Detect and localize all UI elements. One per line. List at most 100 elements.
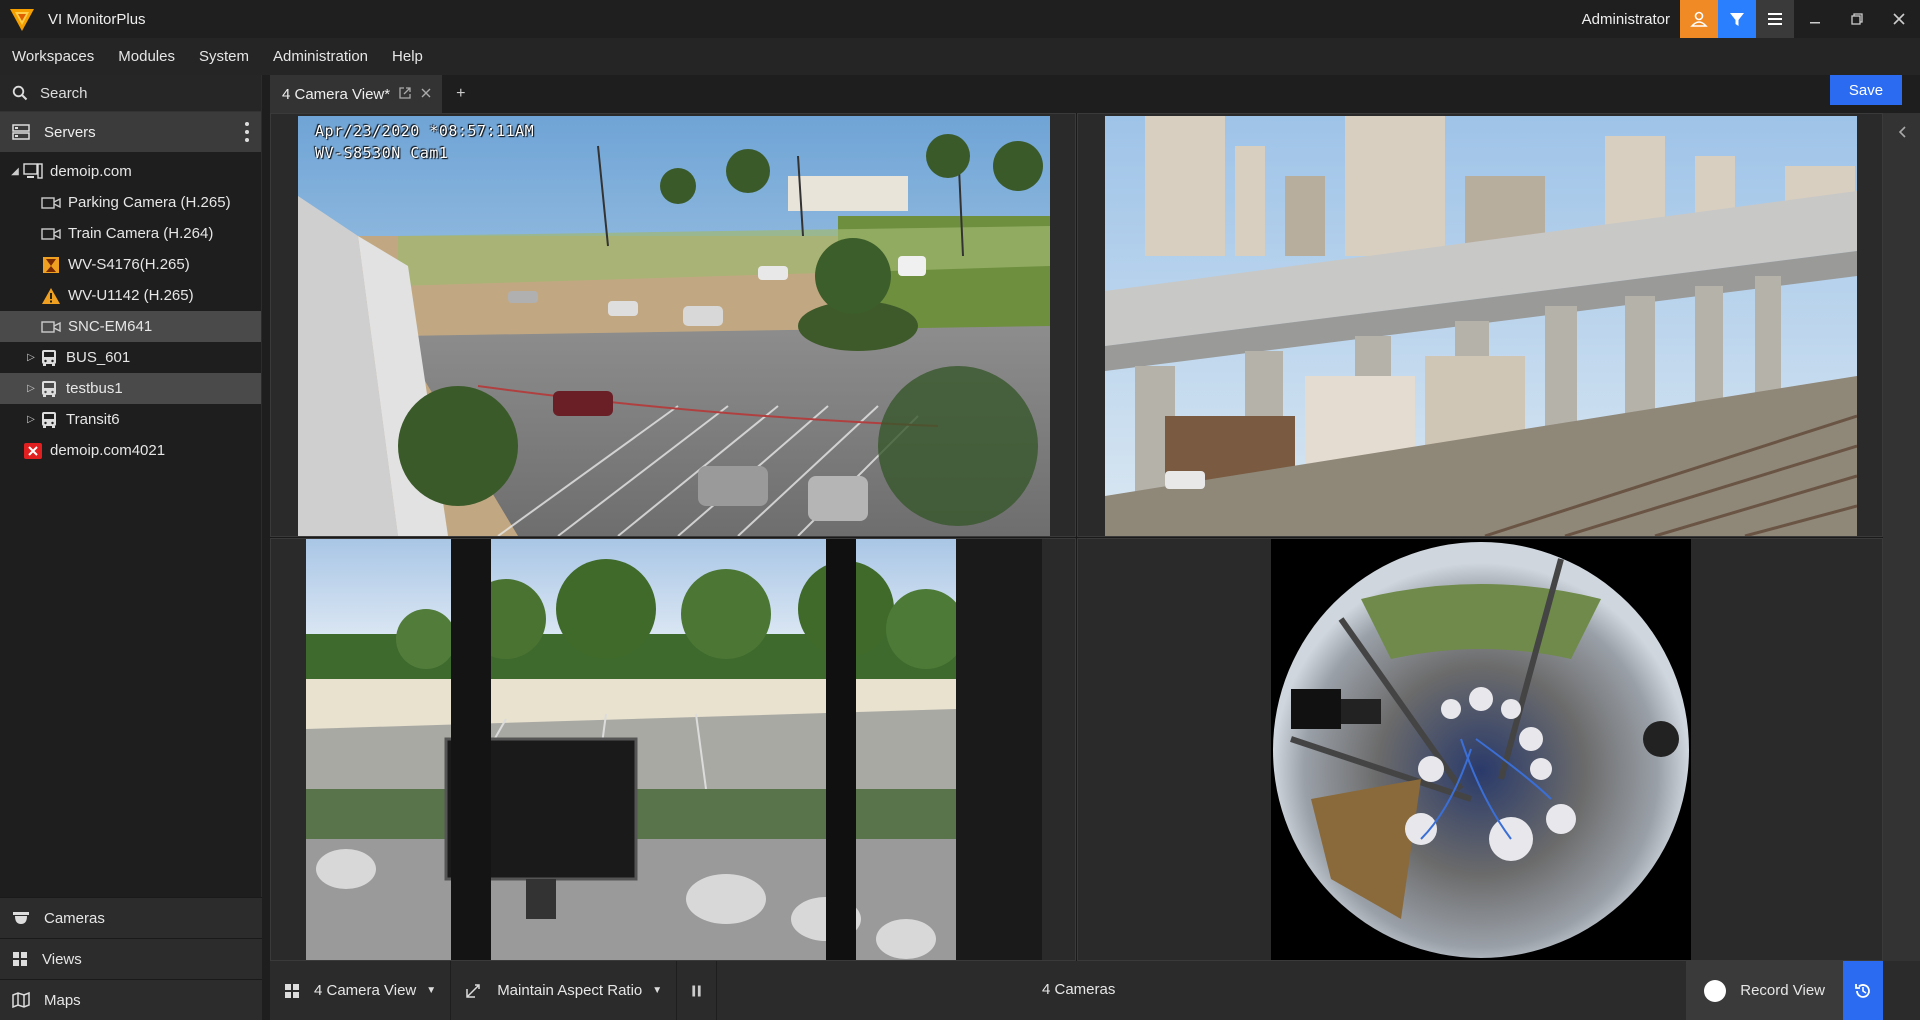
user-account-button[interactable] [1680, 0, 1718, 38]
server-error-icon [22, 442, 44, 460]
record-view-toggle[interactable]: Record View [1686, 961, 1843, 1020]
pause-icon [692, 985, 701, 996]
restore-icon [1851, 13, 1863, 25]
camera-count: 4 Cameras [1042, 981, 1116, 998]
server-tree: ◢ demoip.com Parking Camera (H.265) Trai… [0, 152, 261, 466]
aspect-ratio-icon [466, 983, 480, 998]
nav-maps-label: Maps [44, 991, 81, 1009]
chevron-left-icon[interactable] [1897, 125, 1907, 139]
search-bar[interactable]: Search [0, 75, 261, 112]
nav-views[interactable]: Views [0, 938, 262, 979]
add-tab-button[interactable]: + [456, 85, 465, 103]
servers-header[interactable]: Servers [0, 112, 261, 152]
warning-icon [40, 287, 62, 305]
tab-4-camera-view[interactable]: 4 Camera View* [270, 75, 443, 113]
dome-camera-icon [13, 912, 29, 924]
tree-item-label: testbus1 [66, 380, 123, 397]
video-tile-3[interactable] [270, 538, 1076, 961]
bus-icon [38, 380, 60, 398]
close-tab-icon[interactable] [420, 87, 432, 102]
close-window-button[interactable] [1878, 0, 1920, 38]
menu-modules[interactable]: Modules [106, 48, 187, 65]
filter-button[interactable] [1718, 0, 1756, 38]
tab-label: 4 Camera View* [282, 85, 391, 103]
expand-arrow-icon[interactable]: ▷ [24, 383, 38, 394]
tree-item-bus[interactable]: ▷ BUS_601 [0, 342, 261, 373]
tree-item-camera[interactable]: Parking Camera (H.265) [0, 187, 261, 218]
search-label: Search [40, 84, 88, 102]
user-name[interactable]: Administrator [1582, 11, 1670, 28]
camera-overlay-name: WV-S8530N Cam1 [315, 144, 449, 162]
camera-icon [40, 225, 62, 243]
tree-item-bus-selected[interactable]: ▷ testbus1 [0, 373, 261, 404]
filter-icon [1730, 13, 1744, 26]
parking-lot-feed [298, 116, 1050, 536]
menu-help[interactable]: Help [380, 48, 435, 65]
tree-item-camera[interactable]: WV-S4176(H.265) [0, 249, 261, 280]
tree-item-camera[interactable]: Train Camera (H.264) [0, 218, 261, 249]
expand-arrow-icon[interactable]: ▷ [24, 352, 38, 363]
bus-icon [38, 411, 60, 429]
tree-item-label: demoip.com4021 [50, 442, 166, 459]
video-tile-2[interactable] [1077, 113, 1883, 537]
video-tile-1[interactable]: Apr/23/2020 *08:57:11AM WV-S8530N Cam1 [270, 113, 1076, 537]
nav-cameras-label: Cameras [44, 909, 105, 927]
hamburger-menu-button[interactable] [1756, 0, 1794, 38]
tree-item-label: WV-U1142 (H.265) [68, 287, 194, 304]
user-icon [1690, 11, 1708, 27]
save-button[interactable]: Save [1830, 75, 1902, 105]
tree-item-label: Transit6 [66, 411, 120, 428]
layout-selector[interactable]: 4 Camera View ▼ [270, 961, 452, 1020]
expand-arrow-icon[interactable]: ▷ [24, 414, 38, 425]
aspect-ratio-selector[interactable]: Maintain Aspect Ratio ▼ [451, 961, 678, 1020]
right-panel-strip[interactable] [1883, 113, 1920, 961]
map-icon [12, 992, 30, 1008]
restore-button[interactable] [1836, 0, 1878, 38]
layout-label: 4 Camera View [314, 982, 417, 999]
window-view-feed [306, 539, 1042, 960]
menu-system[interactable]: System [187, 48, 261, 65]
toggle-switch[interactable] [1704, 979, 1727, 1002]
title-bar: VI MonitorPlus Administrator [0, 0, 1920, 38]
bottom-toolbar: 4 Camera View ▼ Maintain Aspect Ratio ▼ … [270, 961, 1883, 1020]
nav-cameras[interactable]: Cameras [0, 897, 262, 938]
camera-icon [40, 194, 62, 212]
video-tile-4[interactable] [1077, 538, 1883, 961]
pause-button[interactable] [677, 961, 718, 1020]
close-icon [1893, 13, 1905, 25]
aspect-ratio-label: Maintain Aspect Ratio [497, 982, 643, 999]
camera-icon [40, 318, 62, 336]
pop-out-icon[interactable] [398, 86, 412, 103]
tree-item-camera-selected[interactable]: SNC-EM641 [0, 311, 261, 342]
tab-bar: 4 Camera View* + Save [270, 75, 1920, 113]
camera-warning-icon [40, 256, 62, 274]
camera-timestamp: Apr/23/2020 *08:57:11AM [315, 122, 535, 140]
servers-icon [12, 124, 30, 140]
tree-item-camera[interactable]: WV-U1142 (H.265) [0, 280, 261, 311]
app-title: VI MonitorPlus [48, 10, 146, 28]
collapse-arrow-icon[interactable]: ◢ [8, 166, 22, 177]
menu-workspaces[interactable]: Workspaces [0, 48, 106, 65]
server-icon [22, 162, 44, 181]
sidebar-bottom-nav: Cameras Views Maps [0, 897, 262, 1020]
menu-bar: Workspaces Modules System Administration… [0, 38, 1920, 75]
bus-icon [38, 349, 60, 367]
app-logo-icon [10, 9, 34, 31]
tree-item-server[interactable]: ◢ demoip.com [0, 156, 261, 187]
record-view-label: Record View [1740, 982, 1825, 999]
tree-item-label: WV-S4176(H.265) [68, 256, 190, 273]
nav-maps[interactable]: Maps [0, 979, 262, 1020]
history-icon [1855, 983, 1870, 998]
grid-icon [13, 952, 27, 966]
bottom-right-strip [1883, 961, 1920, 1020]
history-button[interactable] [1843, 961, 1883, 1020]
menu-administration[interactable]: Administration [261, 48, 380, 65]
fisheye-feed [1271, 539, 1691, 960]
video-grid: Apr/23/2020 *08:57:11AM WV-S8530N Cam1 [270, 113, 1883, 961]
tree-item-bus[interactable]: ▷ Transit6 [0, 404, 261, 435]
more-options-icon[interactable] [243, 122, 251, 142]
tree-item-label: demoip.com [50, 163, 132, 180]
minimize-button[interactable] [1794, 0, 1836, 38]
search-icon [12, 85, 28, 101]
tree-item-server-error[interactable]: demoip.com4021 [0, 435, 261, 466]
